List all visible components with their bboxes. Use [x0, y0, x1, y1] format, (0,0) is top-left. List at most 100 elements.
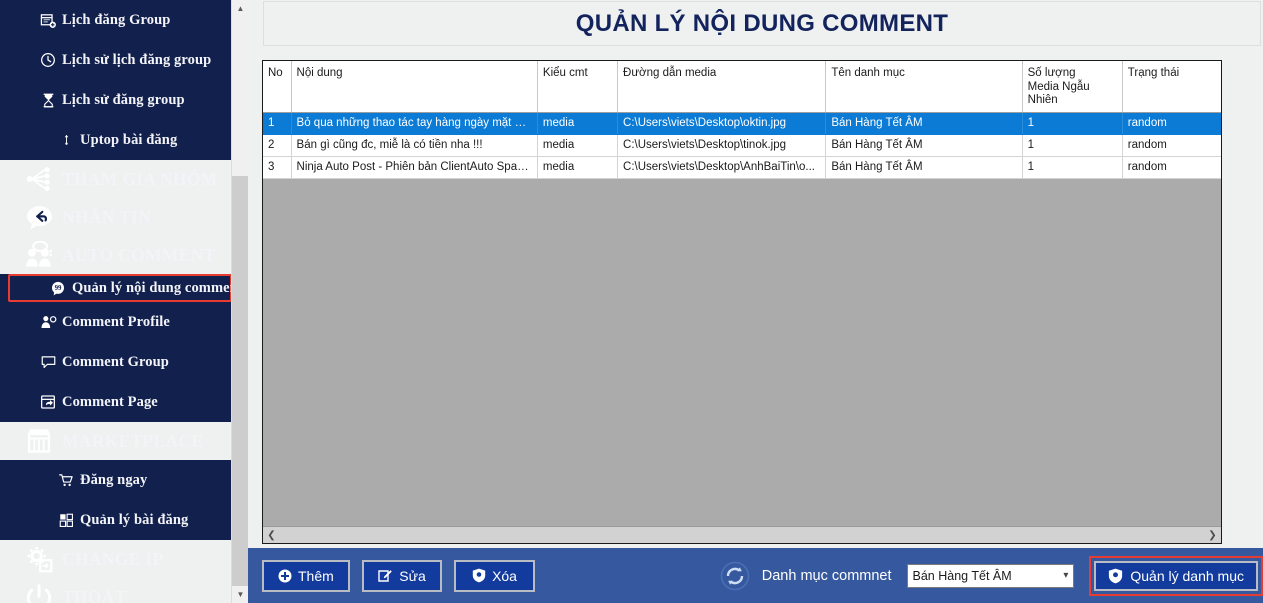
table-cell-so_luong[interactable]: 1	[1022, 134, 1123, 157]
sidebar-item-label: CHANGE IP	[62, 548, 164, 569]
sidebar-item-label: Đăng ngay	[80, 471, 148, 488]
manage-category-highlight: Quản lý danh mục	[1089, 555, 1263, 596]
sidebar-item-8[interactable]: Comment Profile	[0, 302, 248, 342]
sidebar-item-label: Comment Profile	[62, 313, 170, 330]
table-cell-kieu_cmt[interactable]: media	[537, 112, 619, 135]
edit-button[interactable]: Sửa	[361, 559, 443, 592]
plus-circle-icon	[278, 569, 292, 583]
manage-category-button[interactable]: Quản lý danh mục	[1094, 560, 1258, 591]
scroll-left-icon[interactable]: ❮	[263, 527, 280, 543]
sidebar-item-2[interactable]: Lịch sử đăng group	[0, 80, 248, 120]
up-arrow-icon	[56, 131, 76, 149]
sidebar-item-3[interactable]: Uptop bài đăng	[0, 120, 248, 160]
sidebar-item-label: Lịch đăng Group	[62, 11, 171, 28]
sidebar-scroll-thumb[interactable]	[232, 176, 248, 592]
table-cell-no[interactable]: 2	[263, 134, 292, 157]
shield-delete-icon	[472, 568, 486, 583]
sidebar-scroll-up-icon[interactable]: ▲	[232, 0, 248, 17]
sidebar-item-label: MARKETPLACE	[62, 430, 204, 451]
table-cell-so_luong[interactable]: 1	[1022, 112, 1123, 135]
sidebar-item-15[interactable]: THOÁT	[0, 578, 248, 603]
table-row[interactable]: 2 Bán gì cũng đc, miễ là có tiền nha !!! m…	[263, 134, 1221, 157]
sidebar-nav: Lịch đăng Group Lịch sử lịch đăng group Lị…	[0, 0, 248, 603]
table-cell-duong_dan_media[interactable]: C:\Users\viets\Desktop\tinok.jpg	[617, 134, 827, 157]
sidebar-item-5[interactable]: NHẮN TIN	[0, 198, 248, 236]
table-column-header-2[interactable]: Kiểu cmt	[537, 61, 619, 113]
sidebar-item-label: Comment Group	[62, 353, 169, 370]
sidebar-item-14[interactable]: CHANGE IP	[0, 540, 248, 578]
table-horizontal-scrollbar[interactable]: ❮ ❯	[263, 526, 1221, 543]
gear-refresh-icon	[22, 543, 56, 575]
table-column-header-1[interactable]: Nội dung	[291, 61, 538, 113]
table-cell-duong_dan_media[interactable]: C:\Users\viets\Desktop\oktin.jpg	[617, 112, 827, 135]
table-cell-noi_dung[interactable]: Bán gì cũng đc, miễ là có tiền nha !!!	[291, 134, 538, 157]
content-grid-container: No Nội dung Kiểu cmt Đường dẫn media Tên dan…	[262, 60, 1222, 544]
table-body: 1 Bỏ qua những thao tác tay hàng ngày mặt…	[263, 112, 1221, 179]
sidebar-item-label: THOÁT	[62, 586, 127, 603]
sidebar-item-6[interactable]: AUTO COMMENT	[0, 236, 248, 274]
sidebar-item-10[interactable]: Comment Page	[0, 382, 248, 422]
table-cell-no[interactable]: 3	[263, 156, 292, 179]
sidebar-item-1[interactable]: Lịch sử lịch đăng group	[0, 40, 248, 80]
table-cell-ten_danh_muc[interactable]: Bán Hàng Tết ÂM	[825, 112, 1023, 135]
edit-pencil-icon	[378, 569, 393, 583]
refresh-button[interactable]	[720, 561, 750, 591]
table-column-header-3[interactable]: Đường dẫn media	[617, 61, 827, 113]
table-cell-kieu_cmt[interactable]: media	[537, 156, 619, 179]
comment-dots-icon: 99	[48, 279, 68, 297]
category-select[interactable]: Bán Hàng Tết ÂM ▾	[906, 563, 1075, 588]
sidebar-scroll-down-icon[interactable]: ▼	[232, 586, 248, 603]
table-cell-kieu_cmt[interactable]: media	[537, 134, 619, 157]
edit-button-label: Sửa	[399, 567, 426, 584]
table-cell-ten_danh_muc[interactable]: Bán Hàng Tết ÂM	[825, 156, 1023, 179]
table-cell-noi_dung[interactable]: Bỏ qua những thao tác tay hàng ngày mặt …	[291, 112, 538, 135]
speech-bubble-icon	[38, 353, 58, 371]
delete-button-label: Xóa	[492, 567, 517, 584]
sidebar-item-label: NHẮN TIN	[62, 206, 152, 227]
people-comment-icon	[22, 239, 56, 271]
table-cell-noi_dung[interactable]: Ninja Auto Post - Phiên bản ClientAuto S…	[291, 156, 538, 179]
clock-icon	[38, 51, 58, 69]
sidebar-item-label: Uptop bài đăng	[80, 131, 178, 148]
table-cell-trang_thai[interactable]: random	[1122, 112, 1221, 135]
table-row[interactable]: 1 Bỏ qua những thao tác tay hàng ngày mặt…	[263, 112, 1221, 135]
sidebar-item-label: THAM GIA NHÓM	[62, 168, 218, 189]
sidebar-item-7[interactable]: 99 Quản lý nội dung comment	[8, 274, 243, 302]
person-comment-icon	[38, 313, 58, 331]
sidebar-item-13[interactable]: Quản lý bài đăng	[0, 500, 248, 540]
table-column-header-6[interactable]: Trạng thái	[1122, 61, 1221, 113]
sidebar-item-11[interactable]: MARKETPLACE	[0, 422, 248, 460]
delete-button[interactable]: Xóa	[454, 559, 535, 592]
sidebar-item-9[interactable]: Comment Group	[0, 342, 248, 382]
table-row[interactable]: 3 Ninja Auto Post - Phiên bản ClientAuto …	[263, 156, 1221, 179]
grid-blocks-icon	[56, 511, 76, 529]
table-cell-so_luong[interactable]: 1	[1022, 156, 1123, 179]
sidebar-item-0[interactable]: Lịch đăng Group	[0, 0, 248, 40]
table-cell-no[interactable]: 1	[263, 112, 292, 135]
table-column-header-4[interactable]: Tên danh mục	[825, 61, 1023, 113]
category-select-value: Bán Hàng Tết ÂM	[912, 568, 1012, 583]
svg-text:99: 99	[55, 285, 62, 292]
sidebar-item-label: Lịch sử đăng group	[62, 91, 185, 108]
table-column-header-5[interactable]: Số lượng Media Ngẫu Nhiên	[1022, 61, 1123, 113]
table-cell-duong_dan_media[interactable]: C:\Users\viets\Desktop\AnhBaiTin\o...	[617, 156, 827, 179]
horizontal-scroll-track[interactable]	[280, 527, 1204, 543]
table-cell-trang_thai[interactable]: random	[1122, 156, 1221, 179]
scroll-right-icon[interactable]: ❯	[1204, 527, 1221, 543]
bottom-toolbar: Thêm Sửa Xóa Danh mục commnet Bán Hàng T…	[248, 548, 1263, 603]
table-column-header-0[interactable]: No	[263, 61, 292, 113]
category-label: Danh mục commnet	[761, 567, 892, 584]
sidebar-scrollbar[interactable]: ▲ ▼	[231, 0, 248, 603]
shield-check-icon	[1108, 568, 1123, 584]
chevron-down-icon: ▾	[1063, 570, 1069, 581]
sidebar-item-4[interactable]: THAM GIA NHÓM	[0, 160, 248, 198]
table-cell-trang_thai[interactable]: random	[1122, 134, 1221, 157]
main-content: QUẢN LÝ NỘI DUNG COMMENT No Nội dung Kiểu …	[248, 0, 1263, 603]
page-share-icon	[38, 393, 58, 411]
sidebar-item-12[interactable]: Đăng ngay	[0, 460, 248, 500]
network-group-icon	[22, 163, 56, 195]
add-button[interactable]: Thêm	[262, 559, 350, 592]
sidebar-item-label: AUTO COMMENT	[62, 244, 216, 265]
table-cell-ten_danh_muc[interactable]: Bán Hàng Tết ÂM	[825, 134, 1023, 157]
sidebar-item-label: Quản lý bài đăng	[80, 511, 189, 528]
